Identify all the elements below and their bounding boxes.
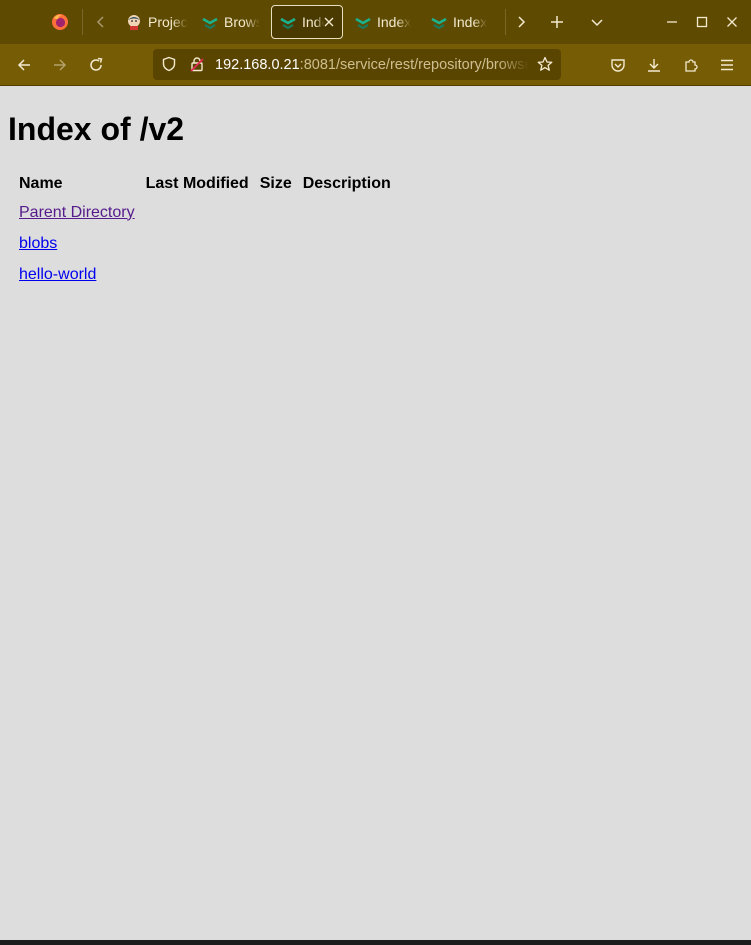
url-bar[interactable]: 192.168.0.21:8081/service/rest/repositor… — [153, 49, 561, 80]
download-icon — [648, 59, 660, 72]
directory-listing-table: Name Last Modified Size Description Pare… — [8, 175, 402, 296]
url-path: :8081/service/rest/repository/browse/doc… — [299, 57, 529, 73]
window-bottom-edge — [0, 940, 751, 945]
close-tab-icon[interactable] — [323, 16, 335, 28]
tabs-scroll-left-button[interactable] — [86, 7, 116, 37]
nexus-icon — [355, 17, 371, 30]
hamburger-menu-icon — [721, 59, 733, 71]
firefox-icon[interactable] — [51, 13, 69, 31]
page-title: Index of /v2 — [8, 111, 185, 147]
plus-icon — [551, 16, 563, 28]
column-header-last-modified: Last Modified — [145, 175, 249, 192]
close-icon — [727, 17, 737, 27]
tab-title: Index — [377, 14, 412, 30]
column-header-size: Size — [259, 175, 292, 192]
table-row: Parent Directory — [19, 203, 391, 234]
column-header-description: Description — [302, 175, 391, 192]
tab-separator — [82, 9, 83, 35]
reload-button[interactable] — [82, 51, 110, 79]
new-tab-button[interactable] — [542, 7, 572, 37]
tab-title: Project — [148, 14, 188, 30]
tab-browse[interactable]: Browse — [202, 5, 260, 39]
minimize-icon — [667, 21, 677, 23]
tab-index-of-v2[interactable]: Index of /v2 — [271, 5, 343, 39]
tab-index-2[interactable]: Index — [355, 5, 413, 39]
arrow-left-icon — [17, 59, 30, 71]
maximize-icon — [696, 16, 708, 28]
chevron-left-icon — [96, 16, 104, 28]
nexus-icon — [202, 17, 218, 30]
arrow-right-icon — [54, 59, 67, 71]
nexus-icon — [280, 17, 296, 30]
table-row: hello-world — [19, 265, 391, 296]
pocket-button[interactable] — [604, 51, 632, 79]
tracking-protection-shield-icon[interactable] — [161, 56, 177, 72]
reload-icon — [90, 57, 103, 71]
puzzle-icon — [685, 59, 698, 72]
maximize-button[interactable] — [692, 12, 712, 32]
blobs-link[interactable]: blobs — [19, 235, 57, 252]
tab-title: Index of /v2 — [302, 14, 324, 30]
tab-project[interactable]: Project — [126, 5, 188, 39]
pocket-icon — [611, 59, 625, 72]
hello-world-link[interactable]: hello-world — [19, 266, 96, 283]
tab-strip: Project Browse Index of /v2 Index — [0, 0, 751, 44]
table-header-row: Name Last Modified Size Description — [19, 175, 391, 203]
minimize-button[interactable] — [662, 12, 682, 32]
forward-button[interactable] — [46, 51, 74, 79]
chevron-down-icon — [591, 19, 603, 27]
tabs-scroll-right-button[interactable] — [506, 7, 536, 37]
menu-button[interactable] — [713, 51, 741, 79]
tab-title: Index — [453, 14, 488, 30]
column-header-name: Name — [19, 175, 63, 192]
jenkins-icon — [128, 15, 140, 30]
url-host: 192.168.0.21 — [215, 57, 300, 73]
bookmark-star-icon[interactable] — [537, 56, 553, 72]
page-content: Index of /v2 Name Last Modified Size Des… — [0, 86, 751, 940]
back-button[interactable] — [10, 51, 38, 79]
nexus-icon — [431, 17, 447, 30]
tab-title: Browse — [224, 14, 260, 30]
chevron-right-icon — [518, 16, 526, 28]
downloads-button[interactable] — [640, 51, 668, 79]
insecure-lock-icon[interactable] — [189, 56, 205, 72]
extensions-button[interactable] — [677, 51, 705, 79]
parent-directory-link[interactable]: Parent Directory — [19, 204, 135, 221]
list-all-tabs-button[interactable] — [582, 7, 612, 37]
table-row: blobs — [19, 234, 391, 265]
tab-index-3[interactable]: Index — [431, 5, 489, 39]
url-text[interactable]: 192.168.0.21:8081/service/rest/repositor… — [215, 56, 529, 74]
close-window-button[interactable] — [722, 12, 742, 32]
